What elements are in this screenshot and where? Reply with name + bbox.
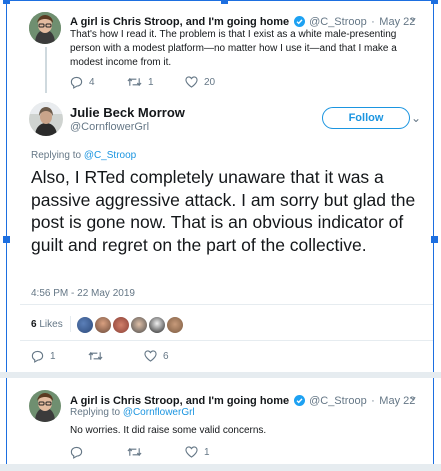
section-separator (0, 372, 441, 378)
likers-avatars (77, 317, 183, 333)
selection-handle[interactable] (3, 0, 10, 4)
heart-icon (185, 76, 198, 88)
liker-avatar[interactable] (149, 317, 165, 333)
author-handle[interactable]: @C_Stroop (309, 16, 367, 28)
liker-avatar[interactable] (131, 317, 147, 333)
replying-to: Replying to @C_Stroop (31, 150, 136, 161)
selection-handle[interactable] (431, 0, 438, 4)
avatar[interactable] (29, 12, 61, 44)
thread-line (45, 47, 47, 93)
chevron-down-icon[interactable]: ⌄ (411, 111, 421, 125)
verified-icon (293, 16, 305, 27)
avatar[interactable] (29, 390, 61, 422)
replying-to-label: Replying to (70, 407, 121, 418)
avatar-image (29, 390, 61, 422)
replying-to-link[interactable]: @CornflowerGrl (123, 407, 195, 418)
likes-summary[interactable]: 6 Likes (31, 319, 63, 330)
likes-count: 6 (31, 319, 37, 330)
likes-label: Likes (39, 319, 63, 330)
like-count: 6 (163, 350, 169, 362)
like-button[interactable]: 20 (185, 76, 215, 88)
liker-avatar[interactable] (77, 317, 93, 333)
tweet-text: Also, I RTed completely unaware that it … (31, 167, 416, 255)
chevron-down-icon[interactable]: ⌄ (408, 10, 418, 24)
divider (20, 304, 433, 305)
author-name[interactable]: Julie Beck Morrow (70, 105, 185, 120)
retweet-icon (127, 447, 142, 457)
tweet-text: No worries. It did raise some valid conc… (70, 425, 267, 436)
reply-icon (31, 350, 44, 363)
author-name[interactable]: A girl is Chris Stroop, and I'm going ho… (70, 395, 289, 407)
follow-button[interactable]: Follow (322, 107, 410, 129)
retweet-button[interactable]: 1 (127, 76, 154, 88)
heart-icon (144, 350, 157, 362)
avatar-image (29, 12, 61, 44)
divider (70, 316, 71, 332)
liker-avatar[interactable] (113, 317, 129, 333)
selection-handle[interactable] (3, 236, 10, 243)
selection-handle[interactable] (221, 0, 228, 4)
like-count: 20 (204, 76, 216, 88)
reply-count: 1 (50, 351, 56, 362)
retweet-button[interactable] (127, 446, 148, 458)
reply-icon (70, 76, 83, 89)
author-name[interactable]: A girl is Chris Stroop, and I'm going ho… (70, 16, 289, 28)
avatar[interactable] (29, 102, 63, 136)
retweet-icon (127, 77, 142, 87)
divider (20, 340, 433, 341)
tweet-text: That's how I read it. The problem is tha… (70, 29, 397, 68)
reply-button[interactable]: 4 (70, 76, 95, 89)
liker-avatar[interactable] (95, 317, 111, 333)
section-separator (0, 464, 441, 471)
author-handle[interactable]: @CornflowerGrl (70, 121, 149, 133)
reply-button[interactable] (70, 446, 89, 459)
retweet-count: 1 (148, 76, 154, 88)
like-count: 1 (204, 446, 210, 458)
replying-to-link[interactable]: @C_Stroop (84, 150, 136, 161)
selection-handle[interactable] (431, 236, 438, 243)
heart-icon (185, 446, 198, 458)
like-button[interactable]: 6 (144, 350, 169, 362)
retweet-button[interactable] (88, 350, 109, 362)
reply-icon (70, 446, 83, 459)
tweet-timestamp[interactable]: 4:56 PM - 22 May 2019 (31, 288, 135, 299)
reply-count: 4 (89, 77, 95, 88)
separator-dot: · (371, 16, 375, 28)
replying-to: Replying to @CornflowerGrl (70, 407, 195, 418)
avatar-image (29, 102, 63, 136)
chevron-down-icon[interactable]: ⌄ (408, 389, 418, 403)
reply-button[interactable]: 1 (31, 350, 56, 363)
like-button[interactable]: 1 (185, 446, 210, 458)
liker-avatar[interactable] (167, 317, 183, 333)
retweet-icon (88, 351, 103, 361)
verified-icon (293, 395, 305, 406)
separator-dot: · (371, 395, 375, 407)
replying-to-label: Replying to (31, 150, 82, 161)
author-handle[interactable]: @C_Stroop (309, 395, 367, 407)
